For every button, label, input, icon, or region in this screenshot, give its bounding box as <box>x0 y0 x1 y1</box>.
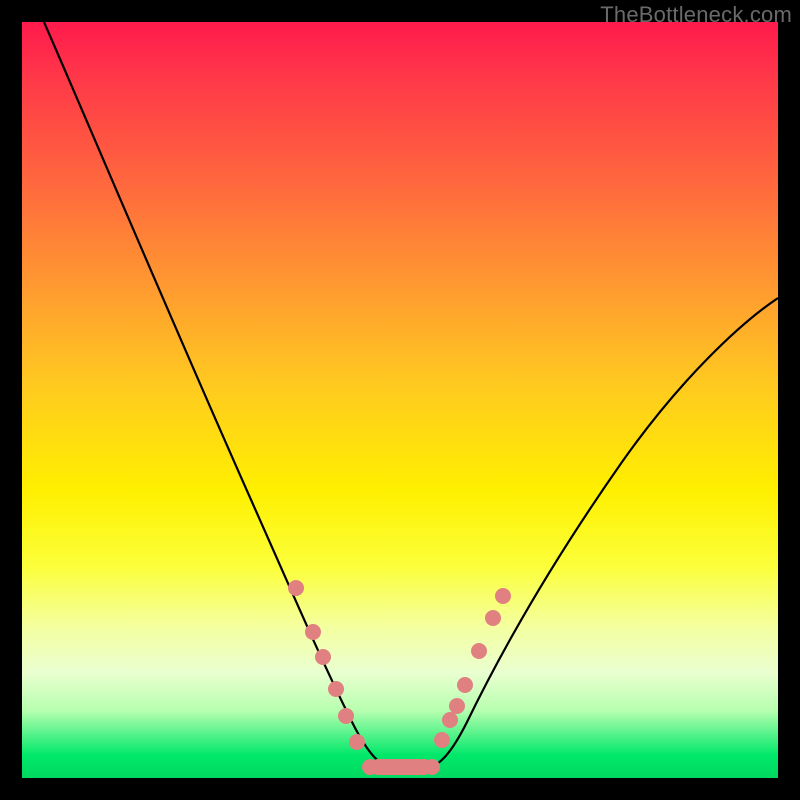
marker-dot <box>471 643 487 659</box>
marker-dot <box>305 624 321 640</box>
marker-dot <box>338 708 354 724</box>
marker-dot <box>328 681 344 697</box>
watermark-text: TheBottleneck.com <box>600 2 792 28</box>
bottleneck-curve-svg <box>22 22 778 778</box>
marker-dot <box>288 580 304 596</box>
marker-dot <box>442 712 458 728</box>
marker-dot <box>362 759 378 775</box>
valley-marker <box>370 759 432 775</box>
marker-dot <box>495 588 511 604</box>
marker-dot <box>457 677 473 693</box>
marker-dot <box>315 649 331 665</box>
bottleneck-curve <box>44 22 778 770</box>
plot-area <box>22 22 778 778</box>
marker-dot <box>424 759 440 775</box>
marker-dot <box>485 610 501 626</box>
marker-dot <box>349 734 365 750</box>
marker-dot <box>449 698 465 714</box>
chart-frame: TheBottleneck.com <box>0 0 800 800</box>
marker-dot <box>434 732 450 748</box>
